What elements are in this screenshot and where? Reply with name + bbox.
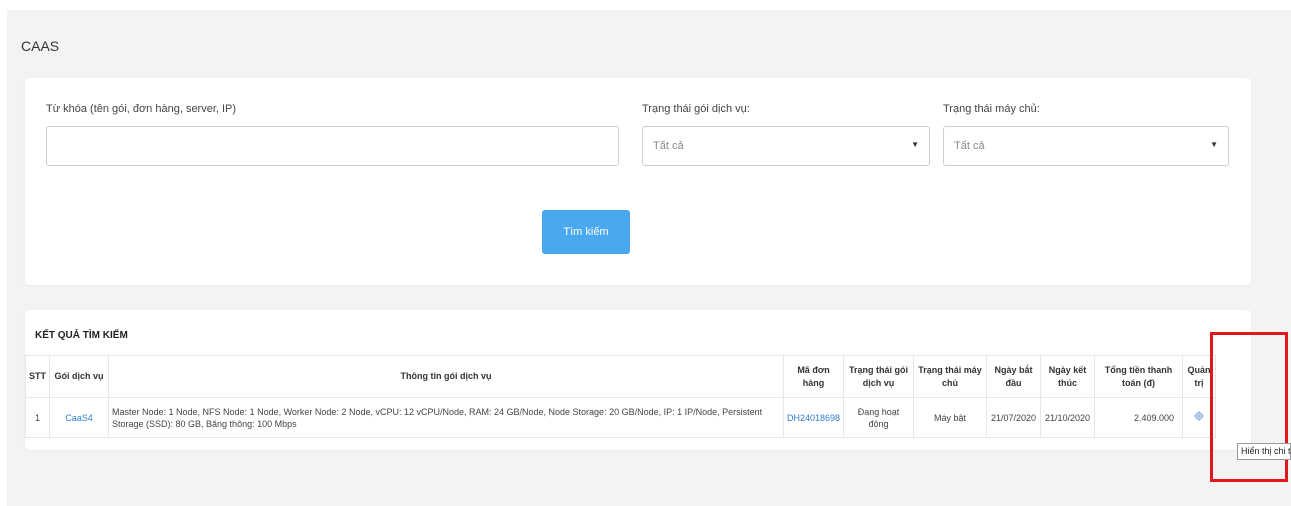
column-header: Trạng thái gói dịch vụ [843,355,915,398]
column-header: Mã đơn hàng [782,355,845,398]
server-status-label: Trạng thái máy chủ: [943,103,1040,115]
table-row: 1 CaaS4 Master Node: 1 Node, NFS Node: 1… [25,397,1217,438]
package-info: Master Node: 1 Node, NFS Node: 1 Node, W… [108,397,784,438]
tooltip: Hiển thị chi tiết [1237,443,1291,460]
row-stt: 1 [25,397,50,438]
column-header: Trạng thái máy chủ [913,355,988,398]
package-link[interactable]: CaaS4 [49,397,109,438]
start-date-cell: 21/07/2020 [986,397,1042,438]
server-status-value: Tất cả [954,140,985,152]
package-status-label: Trạng thái gói dịch vụ: [642,103,750,115]
column-header: Ngày bắt đầu [986,355,1042,398]
results-title: KẾT QUẢ TÌM KIẾM [35,330,128,341]
results-table: STT Gói dịch vụ Thông tin gói dịch vụ Mã… [25,355,1217,438]
table-header-row: STT Gói dịch vụ Thông tin gói dịch vụ Mã… [25,355,1217,398]
package-status-cell: Đang hoạt động [843,397,915,438]
search-panel: Từ khóa (tên gói, đơn hàng, server, IP) … [25,78,1251,285]
keyword-input[interactable] [46,126,619,166]
results-panel: KẾT QUẢ TÌM KIẾM STT Gói dịch vụ Thông t… [25,310,1251,450]
server-status-cell: Máy bật [913,397,988,438]
gear-icon[interactable] [1194,411,1204,421]
total-cell: 2.409.000 [1094,397,1184,438]
chevron-down-icon: ▼ [1210,140,1218,149]
page-background: CAAS Từ khóa (tên gói, đơn hàng, server,… [7,10,1291,506]
server-status-select[interactable]: Tất cả ▼ [943,126,1229,166]
column-header: Thông tin gói dịch vụ [108,355,784,398]
page-title: CAAS [21,38,60,54]
column-header: Ngày kết thúc [1040,355,1096,398]
end-date-cell: 21/10/2020 [1040,397,1096,438]
column-header: Gói dịch vụ [49,355,109,398]
column-header: Tổng tiền thanh toán (đ) [1094,355,1184,398]
column-header: STT [25,355,50,398]
package-status-select[interactable]: Tất cả ▼ [642,126,930,166]
chevron-down-icon: ▼ [911,140,919,149]
keyword-label: Từ khóa (tên gói, đơn hàng, server, IP) [46,103,237,115]
search-button[interactable]: Tìm kiếm [542,210,630,254]
order-code-link[interactable]: DH24018698 [782,397,845,438]
package-status-value: Tất cả [653,140,684,152]
